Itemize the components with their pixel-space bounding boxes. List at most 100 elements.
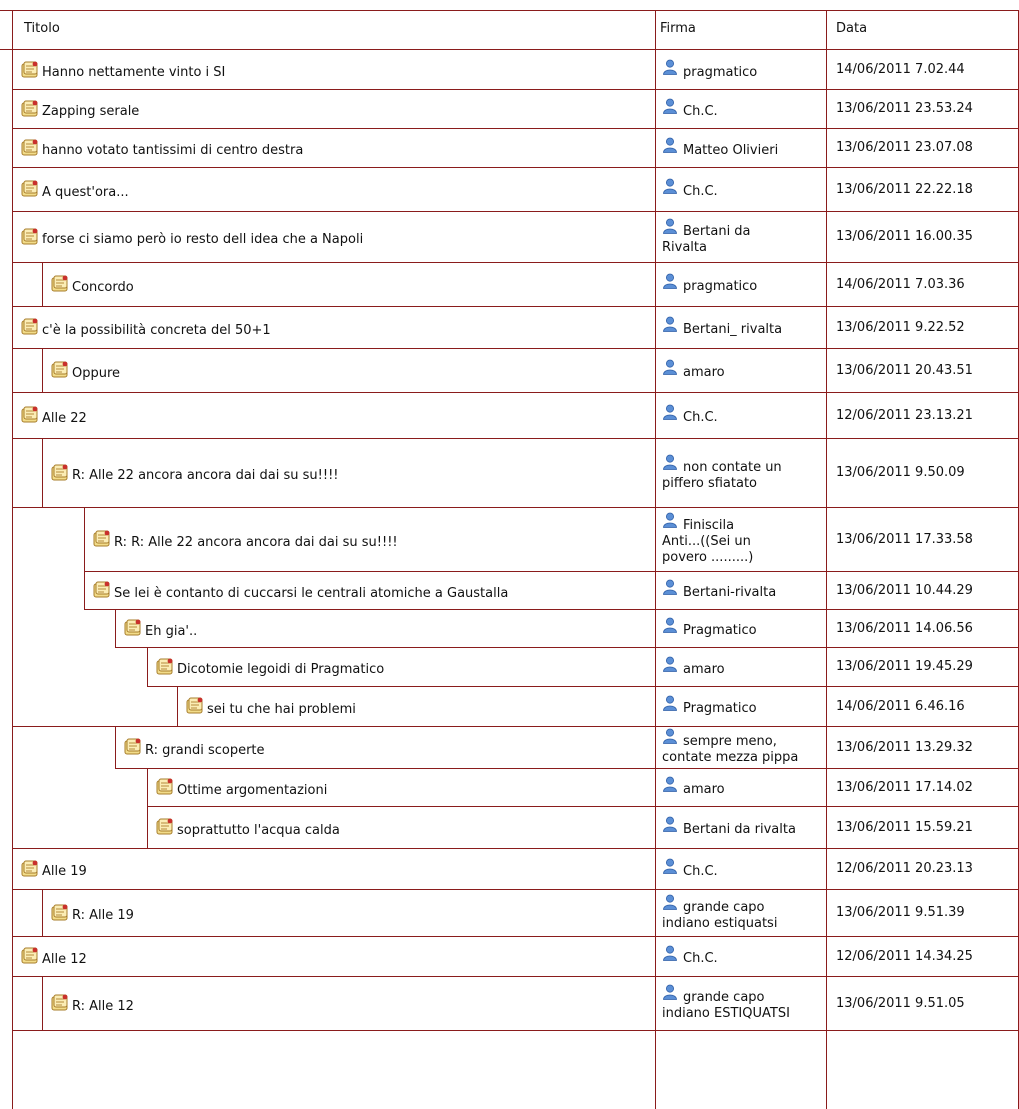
table-row[interactable]: Concordo pragmatico 14/06/2011 7.03.36: [0, 262, 1019, 306]
table-row[interactable]: Alle 19 Ch.C. 12/06/2011 20.23.13: [0, 848, 1019, 889]
post-title-cell: R: grandi scoperte: [123, 726, 265, 768]
table-row[interactable]: Alle 12 Ch.C. 12/06/2011 14.34.25: [0, 936, 1019, 976]
column-header-data: Data: [836, 21, 868, 36]
author-name-line: amaro: [683, 365, 725, 380]
post-date-cell: 13/06/2011 17.33.58: [836, 507, 1016, 571]
post-date-cell: 12/06/2011 14.34.25: [836, 936, 1016, 976]
post-title-link[interactable]: R: Alle 22 ancora ancora dai dai su su!!…: [72, 468, 339, 483]
post-author-cell: Ch.C.: [656, 89, 826, 128]
user-avatar-icon: [663, 137, 677, 153]
user-avatar-icon: [663, 404, 677, 420]
user-avatar-icon: [663, 656, 677, 672]
table-row[interactable]: Alle 22 Ch.C. 12/06/2011 23.13.21: [0, 392, 1019, 438]
post-title-link[interactable]: Concordo: [72, 280, 134, 295]
post-date-cell: 13/06/2011 23.07.08: [836, 128, 1016, 167]
author-name-line: grande capo: [683, 990, 765, 1005]
column-header-firma: Firma: [660, 21, 696, 36]
post-date-cell: 13/06/2011 9.22.52: [836, 306, 1016, 348]
user-avatar-icon: [663, 512, 677, 528]
post-date: 14/06/2011 6.46.16: [836, 698, 965, 714]
post-title-cell: Alle 19: [20, 848, 87, 889]
author-name-line: sempre meno,: [683, 734, 777, 749]
post-title-link[interactable]: Alle 12: [42, 952, 87, 967]
post-title-link[interactable]: Oppure: [72, 366, 120, 381]
post-title-link[interactable]: hanno votato tantissimi di centro destra: [42, 143, 303, 158]
post-title-link[interactable]: sei tu che hai problemi: [207, 702, 356, 717]
message-scroll-icon: [21, 228, 38, 244]
post-title-link[interactable]: A quest'ora...: [42, 185, 129, 200]
author-name-line: indiano ESTIQUATSI: [662, 1006, 790, 1021]
post-title-link[interactable]: forse ci siamo però io resto dell idea c…: [42, 232, 363, 247]
post-title-cell: Zapping serale: [20, 89, 139, 128]
row-separator: [12, 89, 1019, 90]
row-separator: [12, 848, 1019, 849]
row-separator: [12, 348, 1019, 349]
message-scroll-icon: [93, 581, 110, 598]
author-name-line: pragmatico: [683, 279, 758, 294]
table-row[interactable]: Eh gia'.. Pragmatico 13/06/2011 14.06.56: [0, 609, 1019, 647]
table-row[interactable]: R: Alle 12 grande capo indiano ESTIQUATSI 1…: [0, 976, 1019, 1030]
post-title-link[interactable]: Hanno nettamente vinto i SI: [42, 65, 225, 80]
table-row[interactable]: Hanno nettamente vinto i SI pragmatico 14/…: [0, 50, 1019, 89]
table-row[interactable]: soprattutto l'acqua calda Bertani da riva…: [0, 806, 1019, 848]
author-name-line: povero .........): [662, 550, 754, 565]
column-separator: [12, 10, 13, 1109]
post-title-link[interactable]: R: Alle 12: [72, 999, 134, 1014]
post-title-link[interactable]: Ottime argomentazioni: [177, 783, 327, 798]
table-row[interactable]: R: grandi scoperte sempre meno, contate me…: [0, 726, 1019, 768]
author-name-line: Ch.C.: [683, 951, 718, 966]
table-row[interactable]: Ottime argomentazioni amaro 13/06/2011 17.…: [0, 768, 1019, 806]
post-title-cell: R: Alle 19: [50, 889, 134, 936]
post-title-link[interactable]: Eh gia'..: [145, 624, 197, 639]
row-separator: [12, 1030, 1019, 1031]
author-name-line: Ch.C.: [683, 184, 718, 199]
row-separator: [12, 936, 1019, 937]
author-name-line: pragmatico: [683, 64, 758, 80]
post-title-link[interactable]: R: grandi scoperte: [145, 743, 265, 758]
table-row[interactable]: R: Alle 22 ancora ancora dai dai su su!!…: [0, 438, 1019, 507]
post-title-cell: Alle 12: [20, 936, 87, 976]
table-row[interactable]: A quest'ora... Ch.C. 13/06/2011 22.22.18: [0, 167, 1019, 211]
user-avatar-icon: [663, 316, 677, 332]
post-title-link[interactable]: Dicotomie legoidi di Pragmatico: [177, 662, 384, 677]
post-title-link[interactable]: Zapping serale: [42, 104, 139, 119]
table-row[interactable]: hanno votato tantissimi di centro destra…: [0, 128, 1019, 167]
post-date-cell: 13/06/2011 20.43.51: [836, 348, 1016, 392]
post-title-link[interactable]: Se lei è contanto di cuccarsi le central…: [114, 586, 508, 601]
row-separator: [115, 647, 1019, 648]
table-row[interactable]: c'è la possibilità concreta del 50+1 Bert…: [0, 306, 1019, 348]
post-author-cell: Bertani-rivalta: [656, 571, 826, 609]
post-date: 13/06/2011 9.50.09: [836, 465, 965, 480]
post-title-cell: hanno votato tantissimi di centro destra: [20, 128, 303, 167]
post-title-link[interactable]: Alle 22: [42, 411, 87, 426]
table-row[interactable]: forse ci siamo però io resto dell idea c…: [0, 211, 1019, 262]
post-title-link[interactable]: R: R: Alle 22 ancora ancora dai dai su s…: [114, 535, 398, 550]
post-title-link[interactable]: R: Alle 19: [72, 908, 134, 923]
message-scroll-icon: [186, 697, 203, 714]
column-separator: [115, 726, 116, 768]
author-name-line: amaro: [683, 782, 725, 797]
post-date: 13/06/2011 17.33.58: [836, 531, 973, 547]
post-date: 13/06/2011 10.44.29: [836, 582, 973, 598]
column-separator: [115, 609, 116, 647]
post-title-link[interactable]: c'è la possibilità concreta del 50+1: [42, 323, 271, 338]
table-row[interactable]: Oppure amaro 13/06/2011 20.43.51: [0, 348, 1019, 392]
post-title-link[interactable]: soprattutto l'acqua calda: [177, 823, 340, 838]
post-author-cell: Ch.C.: [656, 167, 826, 211]
post-author-cell: grande capo indiano ESTIQUATSI: [656, 976, 826, 1030]
table-row[interactable]: Zapping serale Ch.C. 13/06/2011 23.53.24: [0, 89, 1019, 128]
post-title-link[interactable]: Alle 19: [42, 864, 87, 879]
row-separator: [12, 167, 1019, 168]
table-row[interactable]: sei tu che hai problemi Pragmatico 14/06/2…: [0, 686, 1019, 726]
user-avatar-icon: [663, 579, 677, 595]
author-name-line: grande capo: [683, 899, 765, 915]
author-name-line: Bertani_ rivalta: [683, 322, 783, 337]
column-separator: [147, 806, 148, 848]
table-row[interactable]: Dicotomie legoidi di Pragmatico amaro 13/0…: [0, 647, 1019, 686]
table-row[interactable]: R: Alle 19 grande capo indiano estiquatsi 1…: [0, 889, 1019, 936]
post-author-cell: amaro: [656, 348, 826, 392]
table-row[interactable]: R: R: Alle 22 ancora ancora dai dai su s…: [0, 507, 1019, 571]
post-title-cell: Concordo: [50, 262, 134, 306]
user-avatar-icon: [663, 945, 677, 961]
table-row[interactable]: Se lei è contanto di cuccarsi le central…: [0, 571, 1019, 609]
